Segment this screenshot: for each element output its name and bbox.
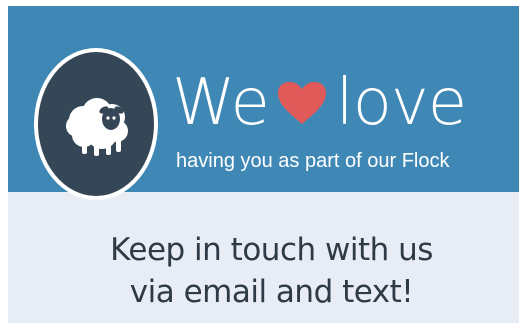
promo-card: We love having you as part of our Flock … — [8, 6, 519, 323]
headline: We love — [172, 62, 467, 144]
flock-logo — [34, 48, 158, 200]
message-line-2: via email and text! — [129, 274, 414, 310]
headline-prefix: We — [172, 66, 270, 140]
message-line-1: Keep in touch with us — [110, 232, 433, 268]
contact-message: Keep in touch with us via email and text… — [48, 229, 495, 313]
headline-subtitle: having you as part of our Flock — [176, 150, 450, 172]
headline-suffix: love — [335, 66, 467, 140]
sheep-icon — [66, 98, 128, 156]
heart-icon — [277, 82, 326, 124]
